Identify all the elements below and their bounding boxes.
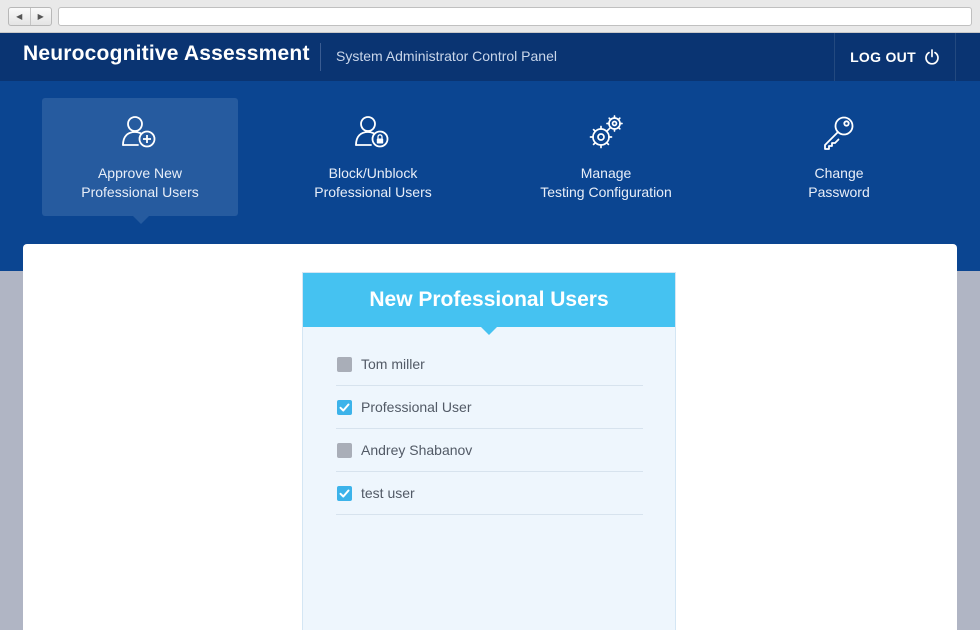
app-header: Neurocognitive Assessment System Adminis… bbox=[0, 33, 980, 81]
app-title: Neurocognitive Assessment bbox=[23, 42, 310, 65]
key-icon bbox=[824, 116, 854, 150]
card-title: New Professional Users bbox=[369, 288, 609, 311]
checkbox[interactable] bbox=[337, 442, 352, 458]
card-header: New Professional Users bbox=[303, 273, 675, 335]
nav-label: Change Password bbox=[808, 165, 870, 200]
header-divider bbox=[320, 43, 321, 71]
user-row[interactable]: Andrey Shabanov bbox=[336, 429, 643, 472]
app-subtitle: System Administrator Control Panel bbox=[336, 48, 557, 64]
forward-arrow-icon[interactable]: ▶ bbox=[29, 8, 52, 25]
user-name: Andrey Shabanov bbox=[361, 442, 473, 458]
back-arrow-icon[interactable]: ◀ bbox=[9, 8, 30, 25]
nav-manage-testing-configuration[interactable]: Manage Testing Configuration bbox=[508, 98, 704, 216]
checkmark-icon bbox=[339, 403, 350, 411]
nav-change-password[interactable]: Change Password bbox=[741, 98, 937, 216]
checkmark-icon bbox=[339, 489, 350, 497]
user-name: Professional User bbox=[361, 399, 472, 415]
address-bar[interactable] bbox=[58, 7, 972, 26]
checkbox[interactable] bbox=[337, 399, 352, 415]
active-indicator-arrow bbox=[133, 216, 149, 224]
new-users-card: New Professional Users Tom miller Profes… bbox=[302, 272, 676, 630]
logout-label: LOG OUT bbox=[850, 49, 916, 65]
nav-label: Block/Unblock Professional Users bbox=[314, 165, 432, 200]
checkbox[interactable] bbox=[337, 356, 352, 372]
nav-approve-new-users[interactable]: Approve New Professional Users bbox=[42, 98, 238, 224]
user-list: Tom miller Professional User Andrey Shab… bbox=[336, 343, 643, 515]
checkbox[interactable] bbox=[337, 485, 352, 501]
nav-label: Approve New Professional Users bbox=[81, 165, 199, 200]
nav-label: Manage Testing Configuration bbox=[540, 165, 672, 200]
gears-icon bbox=[589, 115, 623, 149]
user-name: Tom miller bbox=[361, 356, 425, 372]
user-row[interactable]: test user bbox=[336, 472, 643, 515]
user-name: test user bbox=[361, 485, 415, 501]
user-row[interactable]: Professional User bbox=[336, 386, 643, 429]
browser-nav-buttons: ◀ ▶ bbox=[8, 7, 52, 26]
user-lock-icon bbox=[355, 116, 389, 148]
browser-toolbar: ◀ ▶ bbox=[0, 0, 980, 33]
logout-button[interactable]: LOG OUT bbox=[834, 33, 956, 81]
user-add-icon bbox=[122, 116, 156, 148]
content-panel: New Professional Users Tom miller Profes… bbox=[23, 244, 957, 630]
main-navigation: Approve New Professional Users Block/Unb… bbox=[0, 81, 980, 271]
user-row[interactable]: Tom miller bbox=[336, 343, 643, 386]
nav-block-unblock-users[interactable]: Block/Unblock Professional Users bbox=[275, 98, 471, 216]
power-icon bbox=[925, 49, 939, 65]
card-header-arrow bbox=[481, 327, 497, 335]
